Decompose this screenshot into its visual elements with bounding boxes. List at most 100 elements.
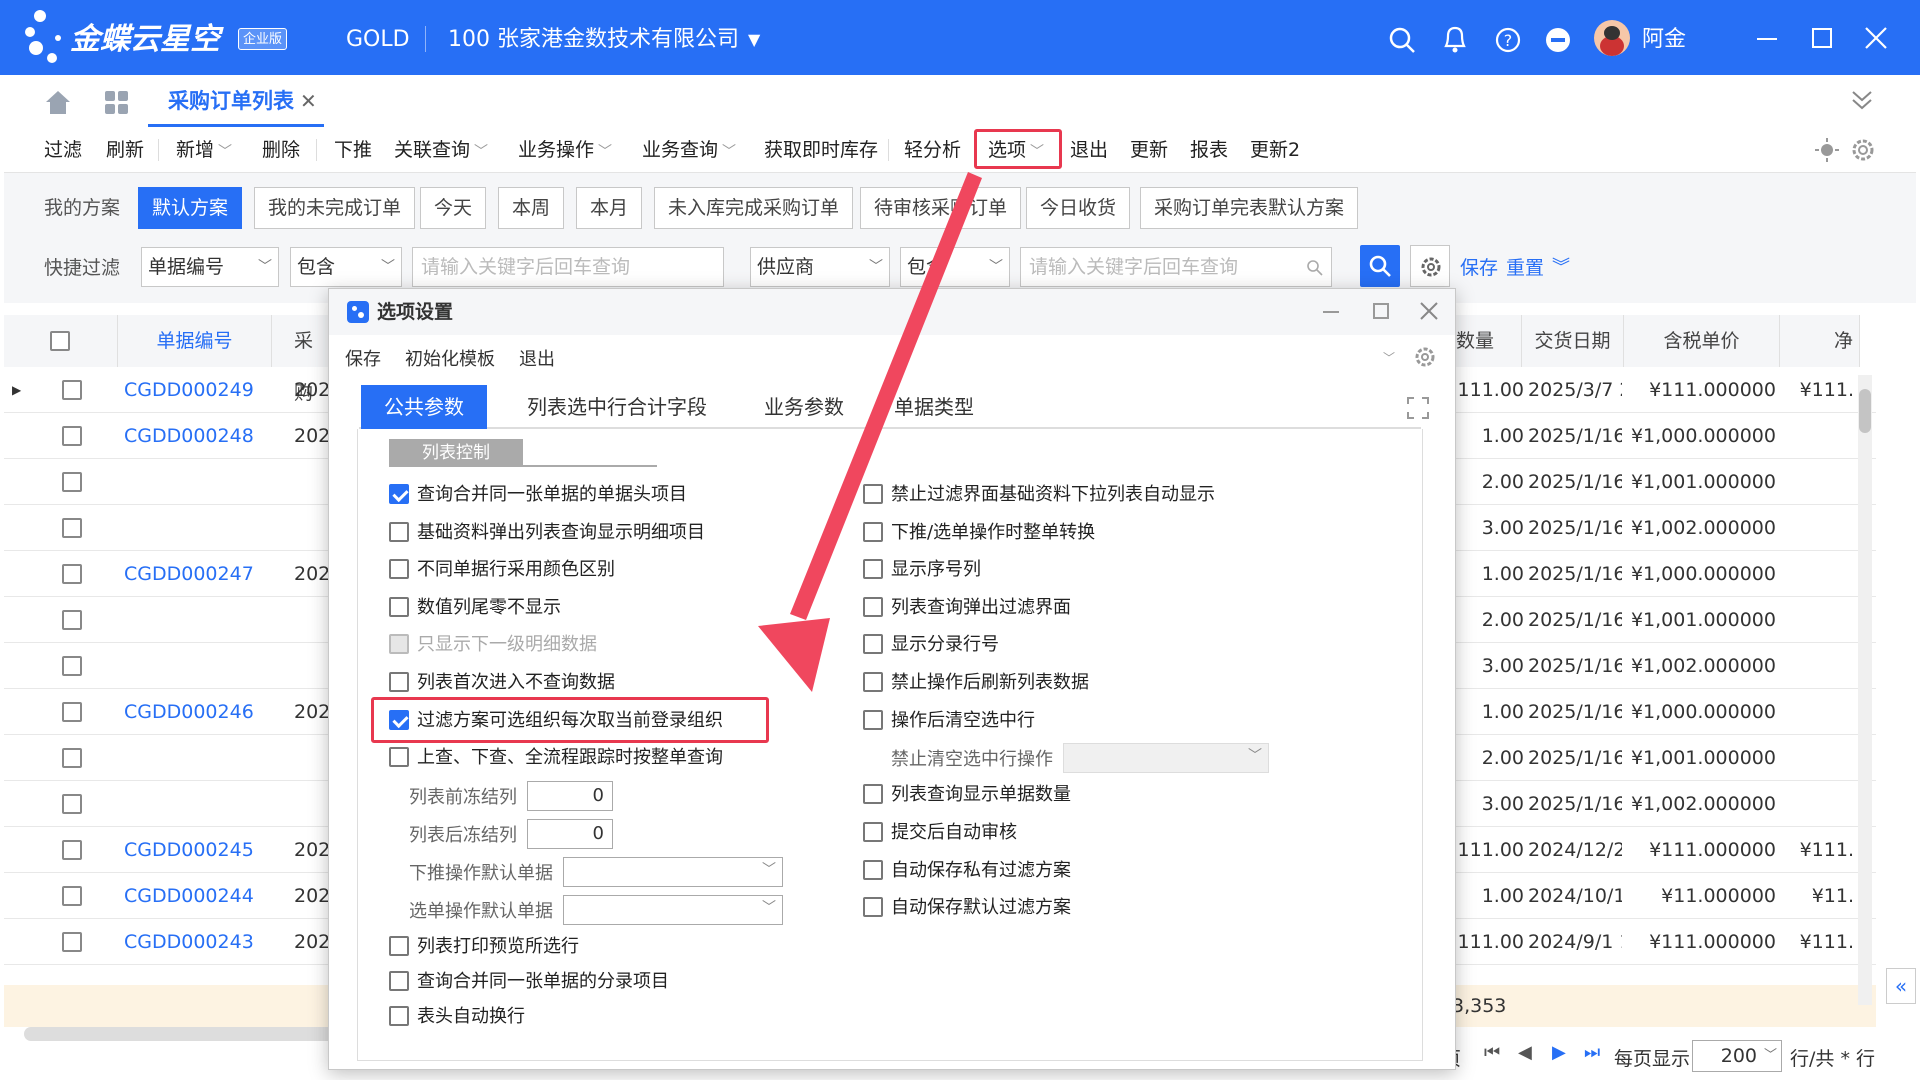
freeze-back-input[interactable]: 0 (527, 819, 613, 849)
checkbox-icon[interactable] (863, 822, 883, 842)
checkbox-icon[interactable] (389, 1006, 409, 1026)
gear-icon[interactable] (1850, 137, 1876, 163)
reset-filter-link[interactable]: 重置 (1506, 247, 1544, 289)
row-checkbox[interactable] (62, 748, 82, 768)
close-icon[interactable] (1419, 301, 1439, 321)
init-template-button[interactable]: 初始化模板 (405, 345, 495, 371)
search-icon[interactable] (1388, 26, 1416, 54)
scheme-this-month[interactable]: 本月 (576, 187, 643, 229)
bill-no-cell[interactable] (124, 459, 272, 505)
get-inventory-button[interactable]: 获取即时库存 (764, 127, 878, 173)
row-checkbox[interactable] (62, 426, 82, 446)
scheme-not-stocked[interactable]: 未入库完成采购订单 (654, 187, 854, 229)
checkbox-icon[interactable] (389, 971, 409, 991)
scheme-my-unfinished[interactable]: 我的未完成订单 (254, 187, 416, 229)
tab-bill-type[interactable]: 单据类型 (877, 385, 991, 429)
sun-icon[interactable] (1814, 137, 1840, 163)
checkbox-icon[interactable] (389, 559, 409, 579)
row-checkbox[interactable] (62, 564, 82, 584)
option-checkbox[interactable]: 操作后清空选中行 (863, 709, 1035, 733)
scheme-default[interactable]: 默认方案 (138, 187, 243, 229)
filter-keyword2-input[interactable]: 请输入关键字后回车查询 (1020, 247, 1332, 287)
row-checkbox[interactable] (62, 702, 82, 722)
option-checkbox[interactable]: 数值列尾零不显示 (389, 596, 561, 620)
bill-no-cell[interactable] (124, 597, 272, 643)
exit-button[interactable]: 退出 (1070, 127, 1108, 173)
last-page-icon[interactable]: ⏭ (1584, 1042, 1600, 1063)
scheme-today[interactable]: 今天 (420, 187, 487, 229)
chevron-down-icon[interactable]: ▼ (748, 0, 760, 80)
next-page-icon[interactable]: ▶ (1552, 1042, 1566, 1063)
row-checkbox[interactable] (62, 610, 82, 630)
option-checkbox[interactable]: 下推/选单操作时整单转换 (863, 521, 1095, 545)
checkbox-icon[interactable] (863, 559, 883, 579)
business-query-button[interactable]: 业务查询 ﹀ (642, 127, 736, 175)
checkbox-icon[interactable] (863, 897, 883, 917)
header-delivery-date[interactable]: 交货日期 (1522, 315, 1624, 367)
bell-icon[interactable] (1442, 24, 1468, 54)
tab-close-icon[interactable]: ✕ (300, 75, 317, 127)
user-name[interactable]: 阿金 (1642, 0, 1686, 80)
filter-op1-select[interactable]: 包含 ﹀ (290, 247, 402, 287)
push-down-button[interactable]: 下推 (334, 127, 372, 173)
option-checkbox[interactable]: 显示序号列 (863, 558, 981, 582)
checkbox-icon[interactable] (863, 597, 883, 617)
apps-grid-icon[interactable] (104, 90, 130, 116)
push-default-select[interactable]: ﹀ (563, 857, 783, 887)
tab-business-params[interactable]: 业务参数 (743, 385, 865, 429)
help-icon[interactable]: ? (1494, 26, 1522, 54)
bill-no-cell[interactable]: CGDD000244 (124, 873, 272, 919)
bill-no-cell[interactable] (124, 735, 272, 781)
bill-no-cell[interactable] (124, 505, 272, 551)
chevron-down-icon[interactable]: ﹀ (1383, 349, 1395, 366)
header-date[interactable]: 采购 (272, 315, 332, 404)
option-checkbox[interactable]: 列表查询显示单据数量 (863, 783, 1071, 807)
collapse-panel-button[interactable]: « (1886, 968, 1916, 1004)
fullscreen-icon[interactable] (1407, 397, 1429, 419)
freeze-front-input[interactable]: 0 (527, 781, 613, 811)
row-checkbox[interactable] (62, 886, 82, 906)
row-checkbox[interactable] (62, 840, 82, 860)
avatar[interactable] (1594, 20, 1630, 56)
filter-op2-select[interactable]: 包含 ﹀ (900, 247, 1010, 287)
company-selector[interactable]: 100 张家港金数技术有限公司 (448, 0, 739, 80)
bill-no-cell[interactable] (124, 643, 272, 689)
maximize-icon[interactable] (1812, 28, 1832, 48)
checked-box-icon[interactable] (389, 484, 409, 504)
select-default-select[interactable]: ﹀ (563, 895, 783, 925)
minimize-icon[interactable] (1757, 38, 1777, 40)
checkbox-icon[interactable] (863, 710, 883, 730)
bill-no-cell[interactable]: CGDD000245 (124, 827, 272, 873)
clear-op-select[interactable]: ﹀ (1063, 743, 1269, 773)
header-select-all[interactable] (4, 315, 118, 367)
filter-settings-button[interactable] (1410, 245, 1450, 287)
add-button[interactable]: 新增 ﹀ (176, 127, 232, 175)
dialog-save-button[interactable]: 保存 (345, 345, 381, 371)
prev-page-icon[interactable]: ◀ (1518, 1042, 1532, 1063)
first-page-icon[interactable]: ⏮ (1484, 1042, 1500, 1063)
dialog-exit-button[interactable]: 退出 (519, 345, 555, 371)
row-checkbox[interactable] (62, 472, 82, 492)
message-icon[interactable] (1544, 26, 1572, 54)
checkbox-icon[interactable] (389, 522, 409, 542)
row-checkbox[interactable] (62, 932, 82, 952)
option-checkbox[interactable]: 列表首次进入不查询数据 (389, 671, 615, 695)
row-checkbox[interactable] (62, 656, 82, 676)
scheme-today-receipt[interactable]: 今日收货 (1026, 187, 1131, 229)
home-icon[interactable] (44, 89, 72, 115)
expand-filter-icon[interactable]: ︾ (1552, 247, 1570, 289)
save-filter-link[interactable]: 保存 (1460, 247, 1498, 289)
option-checkbox[interactable]: 上查、下查、全流程跟踪时按整单查询 (389, 746, 723, 770)
header-net[interactable]: 净 (1780, 315, 1860, 367)
checkbox-icon[interactable] (389, 672, 409, 692)
select-all-checkbox[interactable] (50, 331, 70, 351)
option-checkbox[interactable]: 自动保存私有过滤方案 (863, 859, 1071, 883)
per-page-select[interactable]: 200 ﹀ (1692, 1040, 1782, 1072)
checkbox-icon[interactable] (389, 634, 409, 654)
bill-no-cell[interactable] (124, 781, 272, 827)
report-button[interactable]: 报表 (1190, 127, 1228, 173)
vertical-scrollbar[interactable] (1858, 375, 1872, 1005)
option-checkbox[interactable]: 不同单据行采用颜色区别 (389, 558, 615, 582)
option-checkbox[interactable]: 列表查询弹出过滤界面 (863, 596, 1071, 620)
double-chevron-down-icon[interactable] (1850, 89, 1874, 111)
